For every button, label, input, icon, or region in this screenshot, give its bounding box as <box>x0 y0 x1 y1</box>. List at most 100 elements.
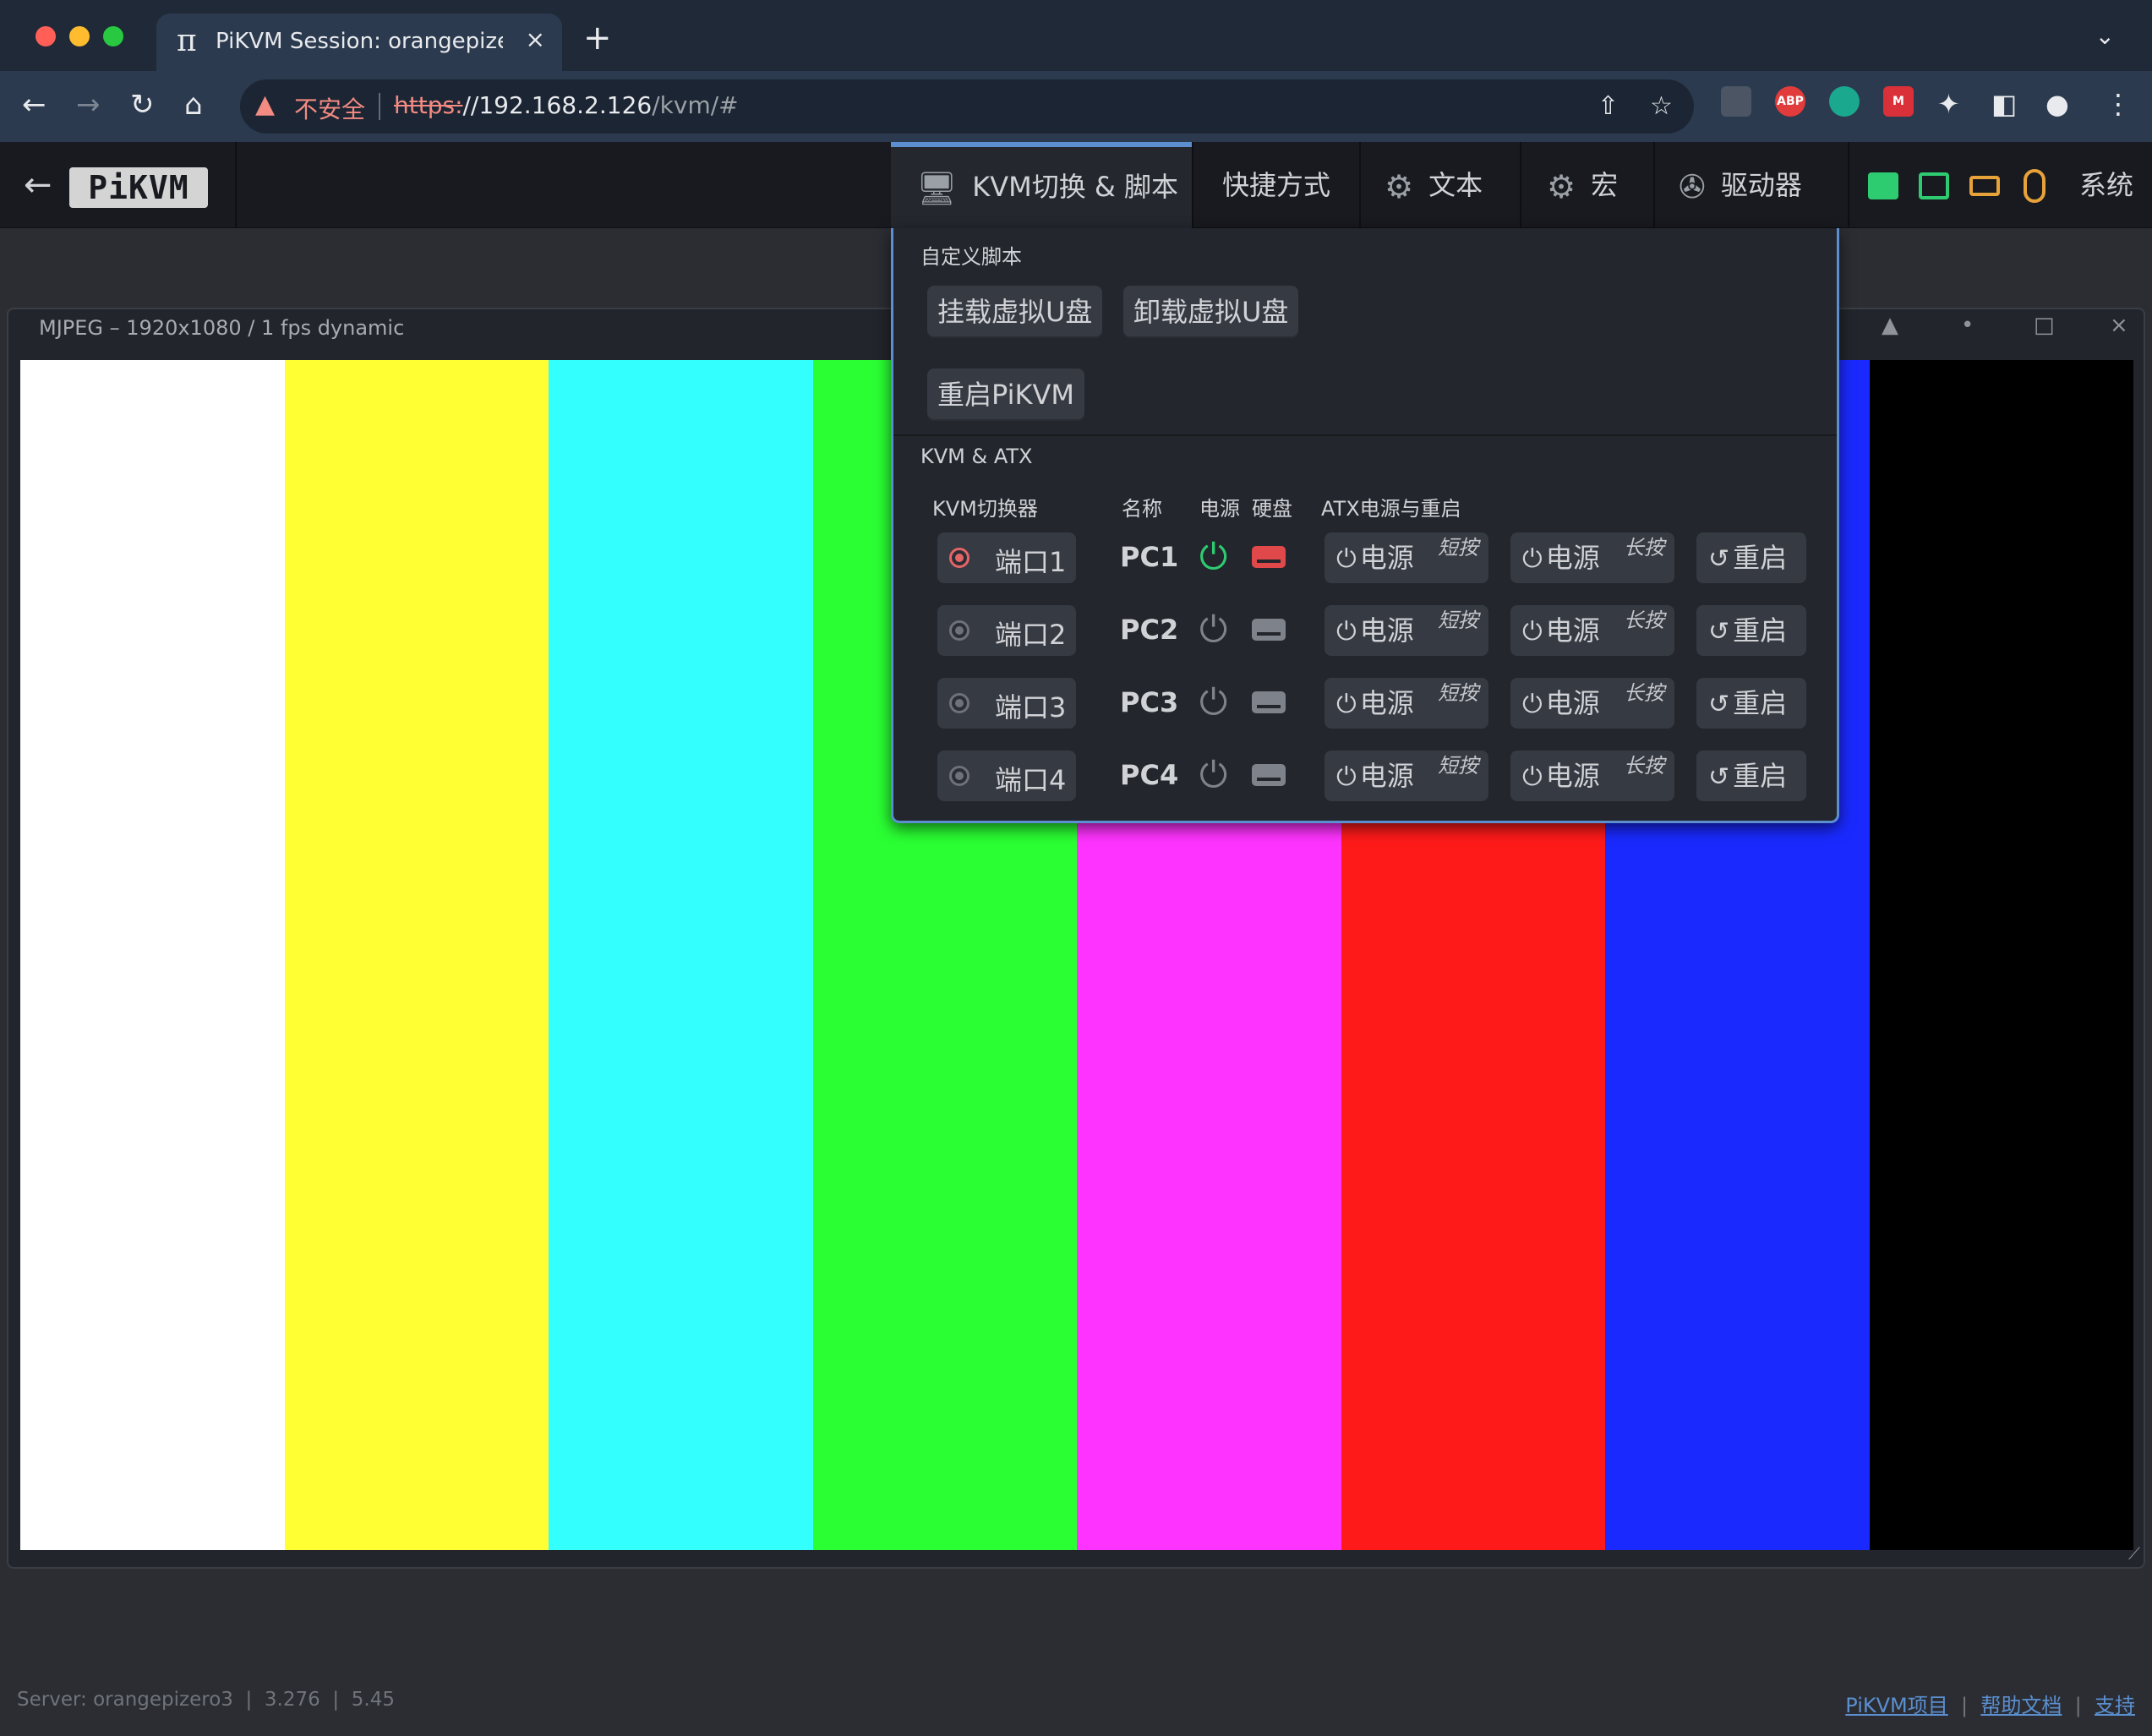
pikvm-favicon-icon: π <box>177 24 197 58</box>
power-icon: ⏻ <box>1336 617 1357 647</box>
extensions-puzzle-icon[interactable]: ✦ <box>1937 88 1960 120</box>
screen-status-icon[interactable] <box>1919 172 1949 199</box>
port-label: 端口2 <box>995 619 1067 651</box>
long-press-tag: 长按 <box>1624 609 1664 632</box>
sync-extension-icon[interactable] <box>1829 86 1860 117</box>
zoom-window-button[interactable] <box>103 26 123 46</box>
mount-usb-button[interactable]: 挂载虚拟U盘 <box>927 286 1103 338</box>
menu-macro[interactable]: ⚙ 宏 <box>1521 142 1653 228</box>
resize-grip-icon[interactable]: ⟋ <box>2128 1543 2140 1564</box>
tab-title: PiKVM Session: orangepizero3 <box>216 29 503 54</box>
minimize-window-button[interactable] <box>69 26 90 46</box>
atx-power-long-button[interactable]: ⏻ 电源 长按 <box>1510 605 1674 656</box>
share-icon[interactable]: ⇧ <box>1598 91 1619 121</box>
atx-power-short-button[interactable]: ⏻ 电源 短按 <box>1325 751 1488 801</box>
atx-power-short-button[interactable]: ⏻ 电源 短按 <box>1325 532 1488 583</box>
close-icon[interactable]: × <box>2110 313 2128 338</box>
color-bar <box>20 360 285 1550</box>
pikvm-project-link[interactable]: PiKVM项目 <box>1845 1694 1947 1717</box>
tab-close-icon[interactable]: × <box>526 25 545 53</box>
atx-reset-button[interactable]: ↺ 重启 <box>1696 605 1806 656</box>
bookmark-star-icon[interactable]: ☆ <box>1650 91 1673 121</box>
maximize-icon[interactable]: □ <box>2034 313 2055 338</box>
help-docs-link[interactable]: 帮助文档 <box>1980 1694 2062 1717</box>
menu-system[interactable]: 系统 <box>2067 142 2152 228</box>
menu-kvm-switch-scripts[interactable]: 🖥 KVM切换 & 脚本 <box>891 142 1192 228</box>
gear-icon: ⚙ <box>1385 168 1414 205</box>
power-icon: ⏻ <box>1336 762 1357 792</box>
mail-extension-icon[interactable]: M <box>1883 86 1914 117</box>
pikvm-back-arrow-icon[interactable]: ← <box>24 166 52 205</box>
color-bar <box>284 360 549 1550</box>
hdd-led-icon <box>1252 619 1286 641</box>
reset-label: 重启 <box>1733 614 1788 647</box>
port-switch-button[interactable]: 端口3 <box>937 678 1076 729</box>
atx-reset-button[interactable]: ↺ 重启 <box>1696 678 1806 729</box>
address-bar[interactable]: ▲ 不安全 https://192.168.2.126/kvm/# ⇧ ☆ <box>240 79 1694 134</box>
atx-power-long-button[interactable]: ⏻ 电源 长按 <box>1510 751 1674 801</box>
forward-button[interactable]: → <box>76 88 101 122</box>
reload-button[interactable]: ↻ <box>130 88 155 122</box>
profile-avatar-icon[interactable]: ● <box>2045 88 2069 120</box>
new-tab-button[interactable]: + <box>583 19 612 57</box>
power-icon: ⏻ <box>1522 617 1543 647</box>
menu-drives[interactable]: ✇ 驱动器 <box>1655 142 1848 228</box>
url-text[interactable]: https://192.168.2.126/kvm/# <box>394 91 739 119</box>
reader-extension-icon[interactable] <box>1721 86 1751 117</box>
home-button[interactable]: ⌂ <box>184 88 203 122</box>
reset-label: 重启 <box>1733 542 1788 574</box>
atx-power-long-button[interactable]: ⏻ 电源 长按 <box>1510 678 1674 729</box>
footer-separator: | <box>2074 1694 2082 1717</box>
power-icon: ⏻ <box>1522 690 1543 719</box>
browser-tab-bar: π PiKVM Session: orangepizero3 × + ⌄ <box>0 0 2152 71</box>
ethernet-status-icon[interactable] <box>1868 172 1898 199</box>
monitor-icon: 🖥 <box>916 170 958 207</box>
kvm-port-row: 端口2 PC2 ⏻ ⏻ 电源 短按 ⏻ 电源 长按 ↺ 重启 <box>893 605 1837 659</box>
menu-text[interactable]: ⚙ 文本 <box>1361 142 1520 228</box>
adblock-plus-icon[interactable]: ABP <box>1775 86 1805 117</box>
reboot-pikvm-button[interactable]: 重启PiKVM <box>927 368 1084 421</box>
navbar-divider <box>1848 142 1849 228</box>
atx-reset-button[interactable]: ↺ 重启 <box>1696 532 1806 583</box>
long-press-tag: 长按 <box>1624 681 1664 705</box>
close-window-button[interactable] <box>36 26 56 46</box>
browser-menu-icon[interactable]: ⋮ <box>2105 88 2132 120</box>
atx-power-short-button[interactable]: ⏻ 电源 短按 <box>1325 605 1488 656</box>
kvm-atx-title: KVM & ATX <box>920 445 1033 468</box>
port-switch-button[interactable]: 端口4 <box>937 751 1076 801</box>
kvm-port-row: 端口1 PC1 ⏻ ⏻ 电源 短按 ⏻ 电源 长按 ↺ 重启 <box>893 532 1837 587</box>
atx-power-short-button[interactable]: ⏻ 电源 短按 <box>1325 678 1488 729</box>
side-panel-icon[interactable]: ◧ <box>1991 88 2017 120</box>
fullscreen-icon[interactable]: ▲ <box>1882 313 1898 338</box>
port-label: 端口1 <box>995 546 1067 578</box>
not-secure-label[interactable]: 不安全 <box>294 91 365 125</box>
short-press-tag: 短按 <box>1438 754 1478 778</box>
atx-power-label: 电源 <box>1545 687 1600 719</box>
reset-icon: ↺ <box>1708 762 1730 792</box>
menu-shortcuts[interactable]: 快捷方式 <box>1193 142 1359 228</box>
mouse-status-icon[interactable] <box>2024 169 2045 203</box>
kvm-scripts-dropdown: 自定义脚本 挂载虚拟U盘 卸载虚拟U盘 重启PiKVM KVM & ATX KV… <box>891 228 1839 823</box>
pikvm-logo[interactable]: PiKVM <box>69 167 208 208</box>
back-button[interactable]: ← <box>22 88 46 122</box>
color-bar <box>1869 360 2133 1550</box>
stream-dot-icon[interactable]: • <box>1961 313 1974 338</box>
reset-icon: ↺ <box>1708 690 1730 719</box>
short-press-tag: 短按 <box>1438 609 1478 632</box>
menu-label: 宏 <box>1591 169 1619 201</box>
port-switch-button[interactable]: 端口1 <box>937 532 1076 583</box>
col-head-power: 电源 <box>1199 497 1240 521</box>
warning-icon[interactable]: ▲ <box>255 90 275 119</box>
footer-separator: | <box>245 1689 253 1711</box>
server-info: Server: orangepizero3 | 3.276 | 5.45 <box>17 1689 395 1711</box>
atx-power-label: 电源 <box>1359 687 1414 719</box>
footer-links: PiKVM项目 | 帮助文档 | 支持 <box>1845 1689 2135 1718</box>
unmount-usb-button[interactable]: 卸载虚拟U盘 <box>1123 286 1299 338</box>
browser-tab[interactable]: π PiKVM Session: orangepizero3 × <box>156 14 562 71</box>
atx-power-long-button[interactable]: ⏻ 电源 长按 <box>1510 532 1674 583</box>
atx-reset-button[interactable]: ↺ 重启 <box>1696 751 1806 801</box>
tab-search-chevron-icon[interactable]: ⌄ <box>2095 22 2115 50</box>
support-link[interactable]: 支持 <box>2095 1694 2135 1717</box>
keyboard-status-icon[interactable] <box>1969 176 2000 196</box>
port-switch-button[interactable]: 端口2 <box>937 605 1076 656</box>
